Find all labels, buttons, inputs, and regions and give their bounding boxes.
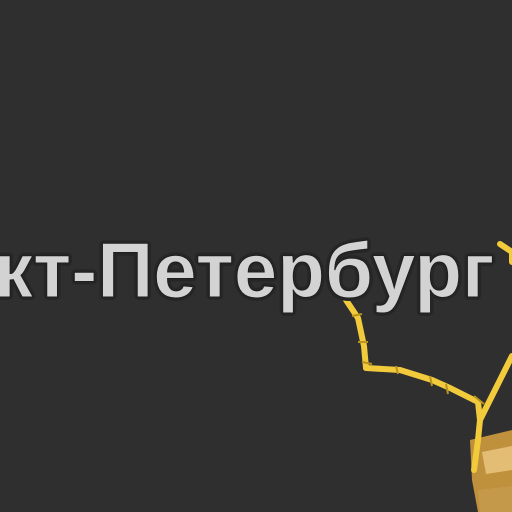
ring-road-upper-right [497, 241, 512, 265]
ring-road-east [363, 365, 483, 423]
map-tile[interactable]: кт-Петербург [0, 0, 512, 512]
ring-road-edge [477, 353, 512, 423]
city-label: кт-Петербург [0, 226, 495, 315]
district-fill-tan [478, 486, 512, 512]
interchange-marks [351, 313, 485, 405]
